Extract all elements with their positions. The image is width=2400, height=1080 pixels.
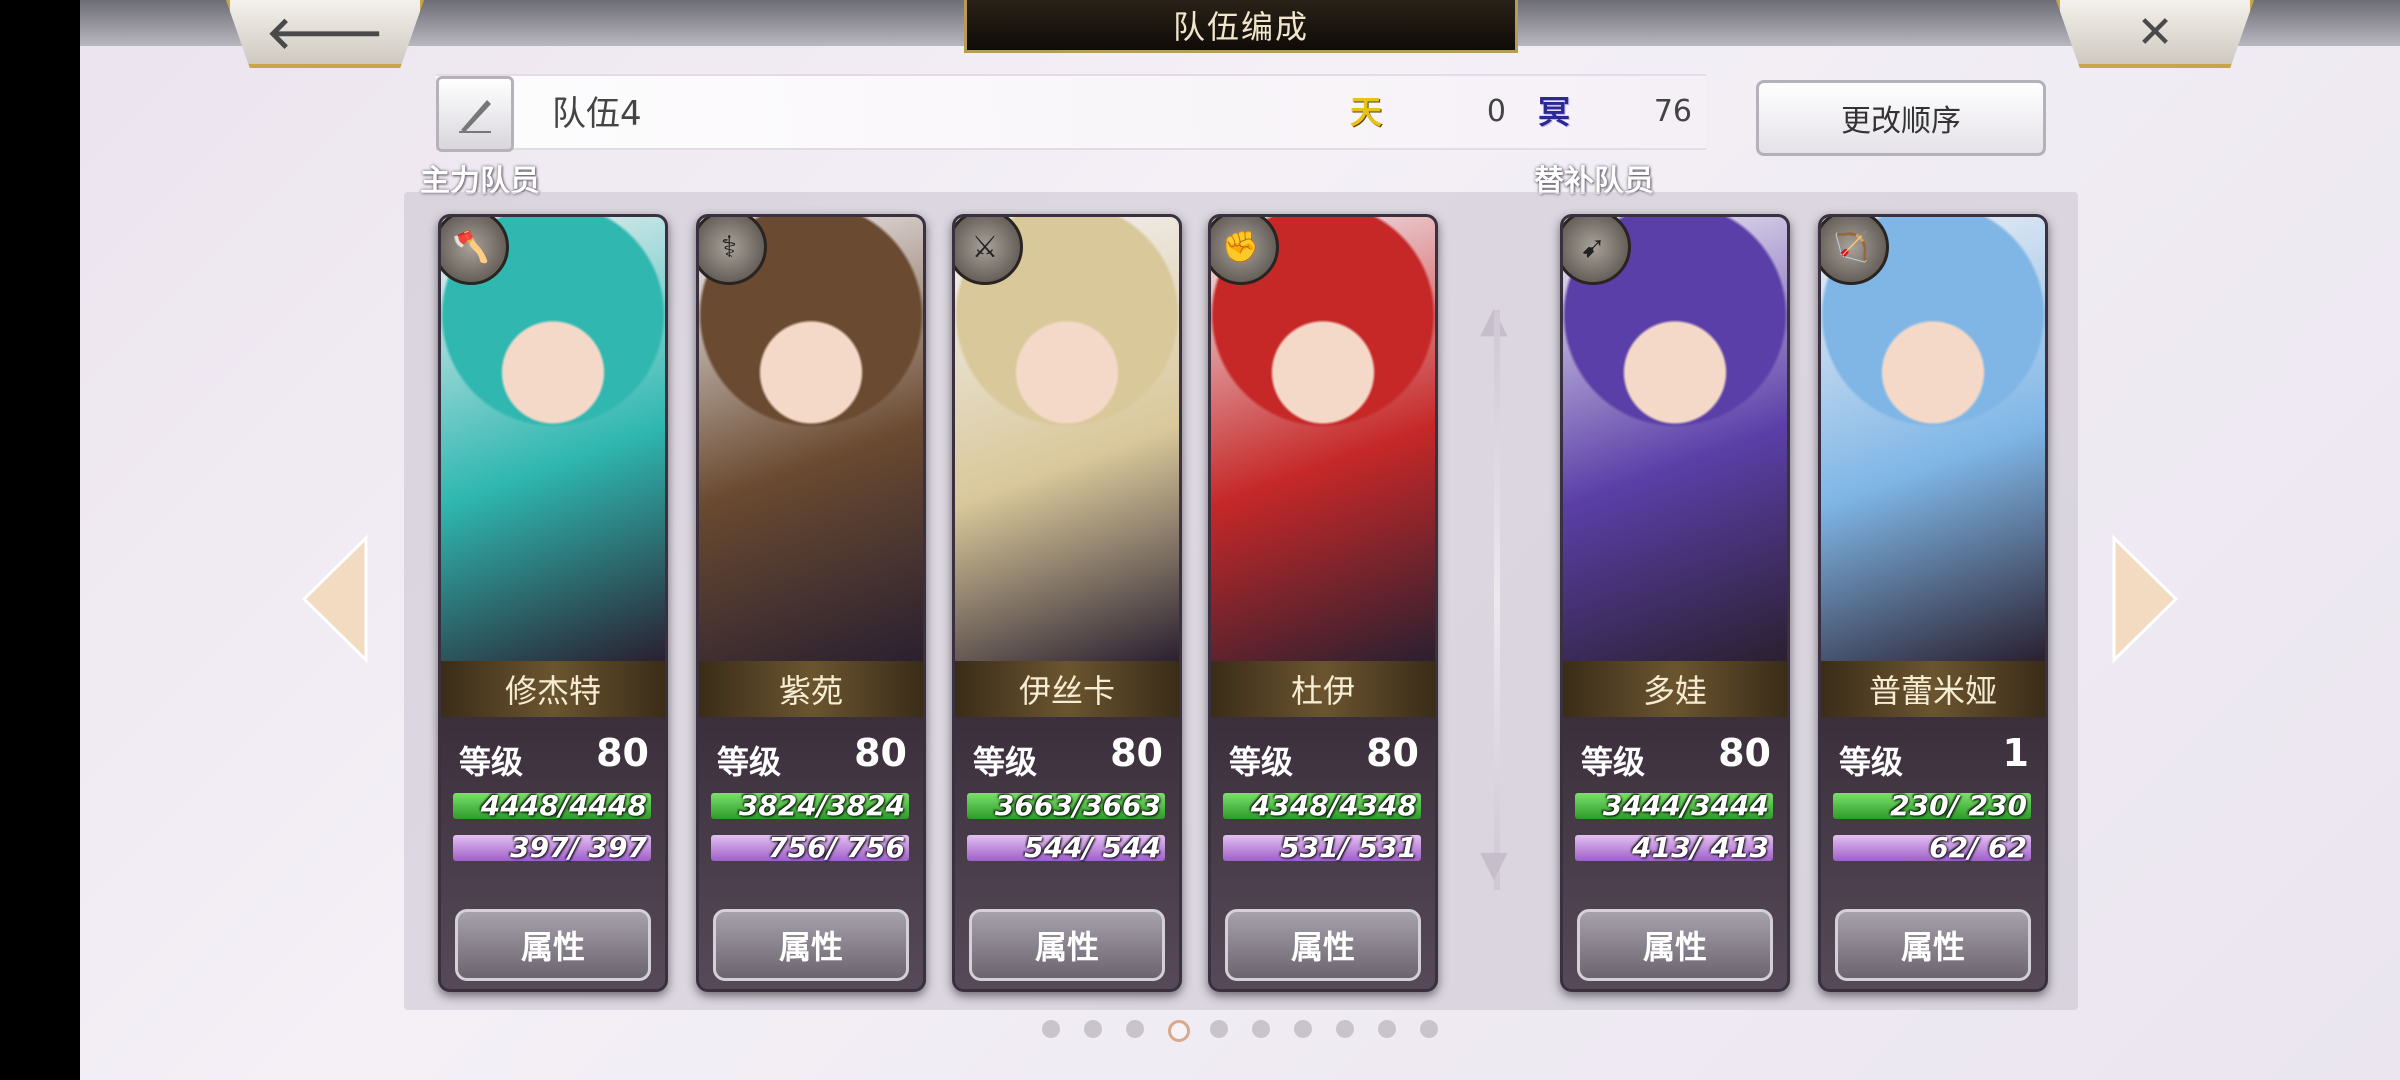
sp-bar: 397/ 397 <box>453 831 651 864</box>
sp-bar: 62/ 62 <box>1833 831 2031 864</box>
reorder-button[interactable]: 更改顺序 <box>1756 80 2046 156</box>
character-name: 杜伊 <box>1211 661 1435 717</box>
page-dot[interactable] <box>1252 1020 1270 1038</box>
page-dot[interactable] <box>1378 1020 1396 1038</box>
level-value: 1 <box>2002 731 2029 775</box>
sp-value: 544/ 544 <box>1024 831 1161 864</box>
character-card[interactable]: ⚔ 伊丝卡 等级 80 3663/3663 544/ 544 属性 <box>952 214 1182 992</box>
level-label: 等级 <box>1581 743 1646 781</box>
team-name: 队伍4 <box>552 94 642 134</box>
character-name: 伊丝卡 <box>955 661 1179 717</box>
hp-value: 3663/3663 <box>994 789 1161 822</box>
sp-bar: 413/ 413 <box>1575 831 1773 864</box>
hp-bar: 3824/3824 <box>711 789 909 822</box>
attribute-button[interactable]: 属性 <box>969 909 1165 981</box>
arrow-left-icon: 🡐 <box>266 8 384 59</box>
sp-bar: 544/ 544 <box>967 831 1165 864</box>
character-stats: 等级 1 230/ 230 62/ 62 属性 <box>1821 717 2045 989</box>
hp-value: 4348/4348 <box>1250 789 1417 822</box>
level-value: 80 <box>596 731 649 775</box>
hp-bar: 4348/4348 <box>1223 789 1421 822</box>
character-card[interactable]: 🏹 普蕾米娅 等级 1 230/ 230 62/ 62 属性 <box>1818 214 2048 992</box>
quill-pen-icon <box>459 100 491 133</box>
character-name: 多娃 <box>1563 661 1787 717</box>
page-dot[interactable] <box>1420 1020 1438 1038</box>
hp-bar: 4448/4448 <box>453 789 651 822</box>
character-card[interactable]: ⚕ 紫苑 等级 80 3824/3824 756/ 756 属性 <box>696 214 926 992</box>
attribute-button[interactable]: 属性 <box>713 909 909 981</box>
page-dot[interactable] <box>1336 1020 1354 1038</box>
left-black-bar <box>0 0 80 1080</box>
character-name: 紫苑 <box>699 661 923 717</box>
sp-value: 413/ 413 <box>1632 831 1769 864</box>
sp-value: 756/ 756 <box>768 831 905 864</box>
next-page-arrow-icon[interactable] <box>2110 534 2180 664</box>
attribute-button[interactable]: 属性 <box>1577 909 1773 981</box>
close-button[interactable]: ✕ <box>2056 0 2254 68</box>
hp-bar: 3444/3444 <box>1575 789 1773 822</box>
attribute-button[interactable]: 属性 <box>1225 909 1421 981</box>
heaven-element-value: 0 <box>1486 94 1506 129</box>
sp-value: 531/ 531 <box>1280 831 1417 864</box>
level-label: 等级 <box>1229 743 1294 781</box>
character-name: 普蕾米娅 <box>1821 661 2045 717</box>
level-label: 等级 <box>717 743 782 781</box>
character-stats: 等级 80 3824/3824 756/ 756 属性 <box>699 717 923 989</box>
page-dot[interactable] <box>1168 1020 1190 1042</box>
page-dot[interactable] <box>1210 1020 1228 1038</box>
hp-value: 4448/4448 <box>480 789 647 822</box>
hp-bar: 230/ 230 <box>1833 789 2031 822</box>
edit-team-name-button[interactable] <box>436 76 514 152</box>
page-title: 队伍编成 <box>964 0 1518 53</box>
character-card[interactable]: ✊ 杜伊 等级 80 4348/4348 531/ 531 属性 <box>1208 214 1438 992</box>
hell-element-icon: 冥 <box>1537 93 1570 131</box>
character-stats: 等级 80 3663/3663 544/ 544 属性 <box>955 717 1179 989</box>
hp-value: 230/ 230 <box>1890 789 2027 822</box>
level-value: 80 <box>1110 731 1163 775</box>
level-label: 等级 <box>973 743 1038 781</box>
character-stats: 等级 80 3444/3444 413/ 413 属性 <box>1563 717 1787 989</box>
attribute-button[interactable]: 属性 <box>1835 909 2031 981</box>
hp-bar: 3663/3663 <box>967 789 1165 822</box>
hp-value: 3444/3444 <box>1602 789 1769 822</box>
sp-value: 62/ 62 <box>1929 831 2027 864</box>
hell-element-value: 76 <box>1653 94 1692 129</box>
level-value: 80 <box>1718 731 1771 775</box>
previous-page-arrow-icon[interactable] <box>300 534 370 664</box>
hp-value: 3824/3824 <box>738 789 905 822</box>
character-stats: 等级 80 4448/4448 397/ 397 属性 <box>441 717 665 989</box>
page-dot[interactable] <box>1294 1020 1312 1038</box>
page-dot[interactable] <box>1042 1020 1060 1038</box>
main-sub-divider <box>1494 310 1500 890</box>
level-label: 等级 <box>1839 743 1904 781</box>
sp-bar: 531/ 531 <box>1223 831 1421 864</box>
character-card[interactable]: 🪓 修杰特 等级 80 4448/4448 397/ 397 属性 <box>438 214 668 992</box>
page-dot[interactable] <box>1126 1020 1144 1038</box>
sp-bar: 756/ 756 <box>711 831 909 864</box>
level-value: 80 <box>854 731 907 775</box>
level-label: 等级 <box>459 743 524 781</box>
page-dot[interactable] <box>1084 1020 1102 1038</box>
attribute-button[interactable]: 属性 <box>455 909 651 981</box>
divider-down-arrow-icon: ▼ <box>1480 844 1508 885</box>
sp-value: 397/ 397 <box>510 831 647 864</box>
heaven-element-icon: 天 <box>1349 93 1382 131</box>
back-button[interactable]: 🡐 <box>226 0 424 68</box>
character-stats: 等级 80 4348/4348 531/ 531 属性 <box>1211 717 1435 989</box>
character-card[interactable]: ➹ 多娃 等级 80 3444/3444 413/ 413 属性 <box>1560 214 1790 992</box>
character-name: 修杰特 <box>441 661 665 717</box>
close-icon: ✕ <box>2136 6 2174 58</box>
level-value: 80 <box>1366 731 1419 775</box>
